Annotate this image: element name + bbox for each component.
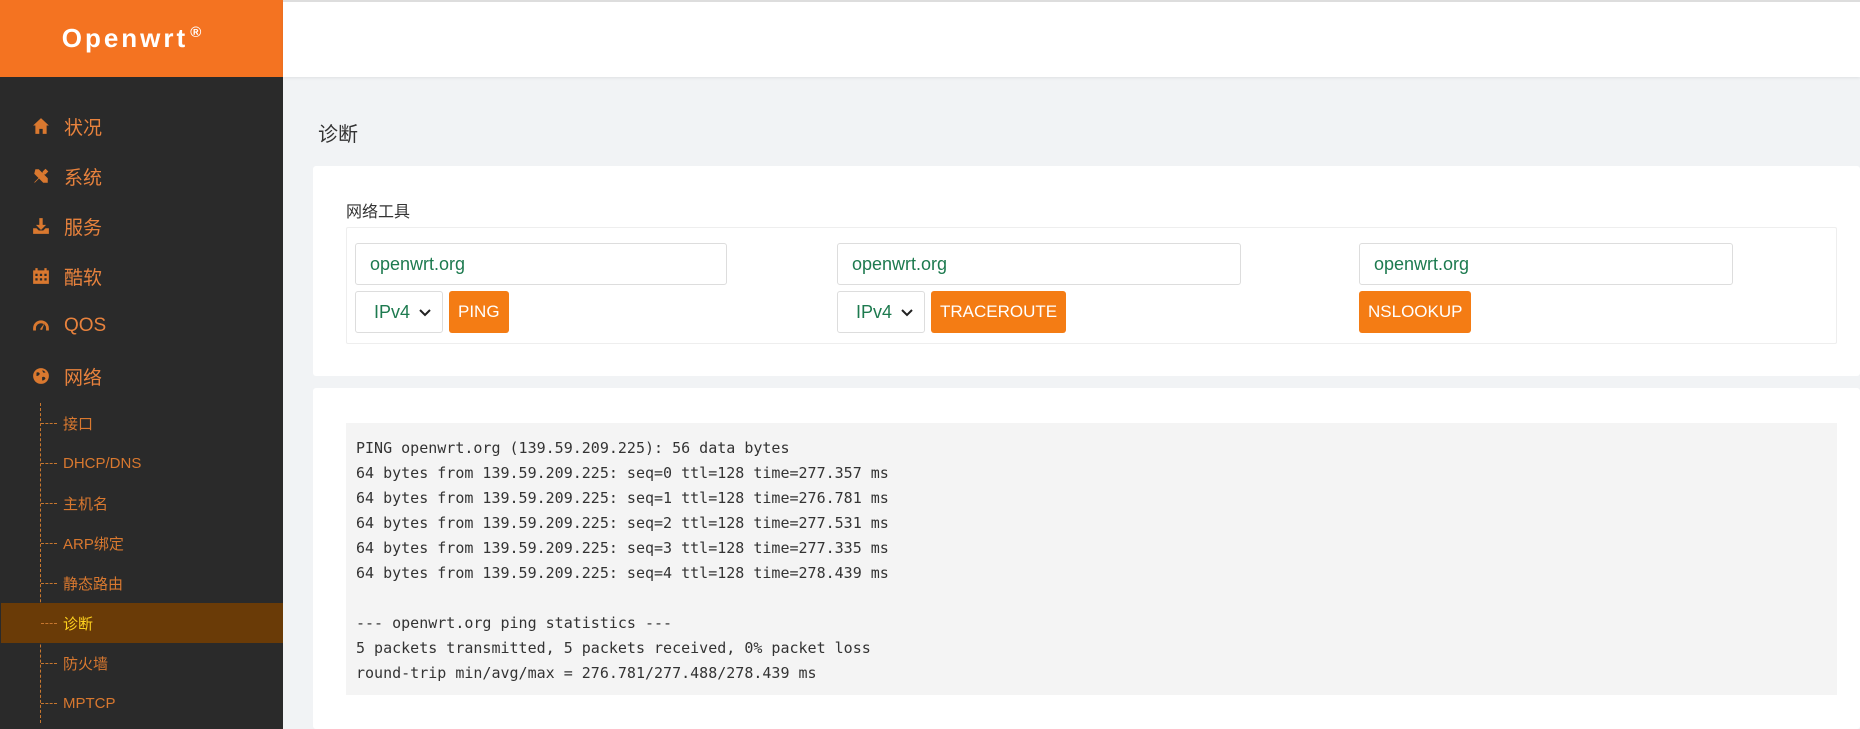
brand-logo[interactable]: Openwrt ® (0, 0, 283, 77)
ping-host-input[interactable] (355, 243, 727, 285)
command-output: PING openwrt.org (139.59.209.225): 56 da… (346, 423, 1837, 695)
sidebar-item-label: QOS (64, 315, 107, 336)
nslookup-button[interactable]: NSLOOKUP (1359, 291, 1472, 333)
selected-value: IPv4 (856, 301, 893, 322)
subitem-label: 主机名 (63, 495, 109, 513)
sidebar-item-network[interactable]: 网络 (0, 351, 283, 401)
nslookup-tool: NSLOOKUP (1359, 243, 1733, 333)
ping-protocol-select[interactable]: IPv4 (355, 291, 443, 333)
globe-icon (30, 365, 52, 387)
sidebar-subitem-diagnostics[interactable]: 诊断 (1, 603, 283, 643)
subitem-label: 静态路由 (63, 575, 124, 593)
ping-button[interactable]: PING (449, 291, 509, 333)
subitem-label: ARP绑定 (63, 535, 124, 553)
sidebar-item-qos[interactable]: QOS (0, 301, 283, 351)
sidebar-item-label: 系统 (64, 167, 103, 189)
sidebar-item-label: 酷软 (64, 267, 103, 289)
output-panel: PING openwrt.org (139.59.209.225): 56 da… (313, 388, 1860, 729)
tools-container: IPv4 PING IPv4 TRACEROUTE (346, 227, 1837, 344)
sidebar-item-software[interactable]: 酷软 (0, 251, 283, 301)
sidebar-subitem-interfaces[interactable]: 接口 (1, 403, 283, 443)
subitem-label: DHCP/DNS (63, 454, 142, 472)
sidebar-subitem-mptcp[interactable]: MPTCP (1, 683, 283, 723)
output-line: 64 bytes from 139.59.209.225: seq=0 ttl=… (356, 464, 889, 482)
top-bar (283, 0, 1860, 77)
chevron-down-icon (419, 309, 431, 317)
main-menu: 状况 系统 服务 酷软 QOS 网络 (0, 77, 283, 401)
gauge-icon (30, 315, 52, 337)
sidebar-item-system[interactable]: 系统 (0, 151, 283, 201)
traceroute-button[interactable]: TRACEROUTE (931, 291, 1067, 333)
sidebar-item-services[interactable]: 服务 (0, 201, 283, 251)
selected-value: IPv4 (374, 301, 411, 322)
subitem-label: 诊断 (63, 615, 94, 633)
sidebar: Openwrt ® 状况 系统 服务 酷软 QOS 网络 接口 DHCP/DNS… (0, 0, 283, 729)
output-line: 64 bytes from 139.59.209.225: seq=1 ttl=… (356, 489, 889, 507)
sidebar-item-label: 服务 (64, 217, 103, 239)
sidebar-subitem-arp-binding[interactable]: ARP绑定 (1, 523, 283, 563)
subitem-label: 防火墙 (63, 655, 109, 673)
home-icon (30, 115, 52, 137)
sidebar-subitem-hostnames[interactable]: 主机名 (1, 483, 283, 523)
subitem-label: 接口 (63, 415, 94, 433)
traceroute-protocol-select[interactable]: IPv4 (837, 291, 925, 333)
output-line: round-trip min/avg/max = 276.781/277.488… (356, 664, 817, 682)
sidebar-item-label: 状况 (64, 117, 103, 139)
ping-tool: IPv4 PING (355, 243, 727, 333)
tools-icon (30, 165, 52, 187)
sidebar-subitem-static-routes[interactable]: 静态路由 (1, 563, 283, 603)
chevron-down-icon (901, 309, 913, 317)
sidebar-subitem-firewall[interactable]: 防火墙 (1, 643, 283, 683)
calendar-icon (30, 265, 52, 287)
output-line: 64 bytes from 139.59.209.225: seq=4 ttl=… (356, 564, 889, 582)
output-line: PING openwrt.org (139.59.209.225): 56 da… (356, 439, 790, 457)
traceroute-host-input[interactable] (837, 243, 1241, 285)
brand-name: Openwrt (61, 23, 189, 53)
network-tools-panel: 网络工具 IPv4 PING IPv4 (313, 166, 1860, 376)
registered-mark: ® (190, 24, 202, 41)
network-submenu: 接口 DHCP/DNS 主机名 ARP绑定 静态路由 诊断 防火墙 MPTCP (1, 403, 283, 723)
page-title: 诊断 (318, 124, 358, 146)
subitem-label: MPTCP (63, 694, 116, 712)
traceroute-tool: IPv4 TRACEROUTE (837, 243, 1241, 333)
output-line: 5 packets transmitted, 5 packets receive… (356, 639, 871, 657)
download-icon (30, 215, 52, 237)
nslookup-host-input[interactable] (1359, 243, 1733, 285)
sidebar-item-status[interactable]: 状况 (0, 101, 283, 151)
output-line: --- openwrt.org ping statistics --- (356, 614, 673, 632)
output-line: 64 bytes from 139.59.209.225: seq=3 ttl=… (356, 539, 889, 557)
sidebar-subitem-dhcp-dns[interactable]: DHCP/DNS (1, 443, 283, 483)
output-line: 64 bytes from 139.59.209.225: seq=2 ttl=… (356, 514, 889, 532)
sidebar-item-label: 网络 (64, 367, 103, 389)
section-title: 网络工具 (346, 204, 411, 221)
